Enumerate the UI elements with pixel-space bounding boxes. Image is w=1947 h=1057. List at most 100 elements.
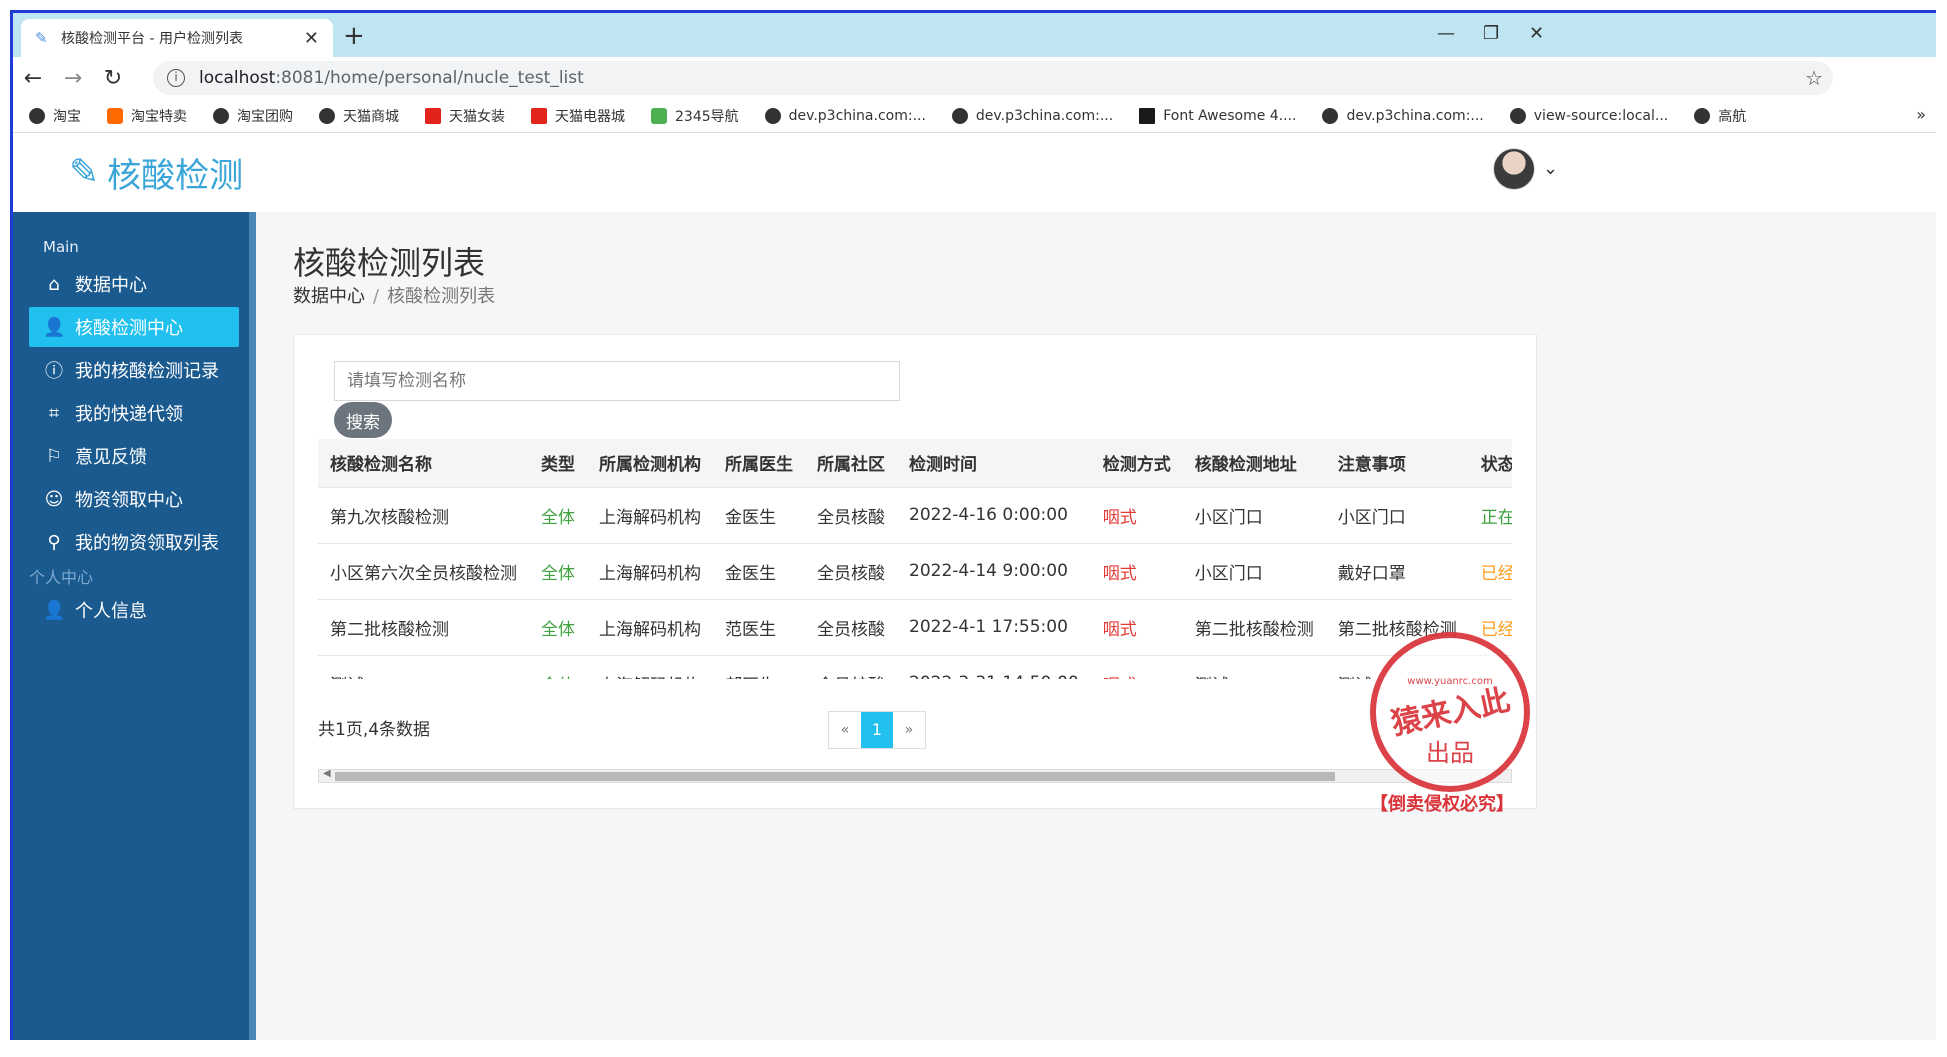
- sidebar-item-supplies[interactable]: ☺ 物资领取中心: [29, 479, 239, 519]
- sidebar-item-my-records[interactable]: ⓘ 我的核酸检测记录: [29, 350, 239, 390]
- taobao-icon: [107, 107, 123, 124]
- sidebar-section-main: Main: [43, 238, 79, 256]
- sidebar-item-my-supplies[interactable]: ⚲ 我的物资领取列表: [29, 522, 239, 562]
- app-root: ✎ 核酸检测 ⌄ Main ⌂ 数据中心 👤 核酸检测中心 ⓘ 我的核酸检测记录…: [13, 134, 1936, 1040]
- more-bookmarks-icon[interactable]: »: [1916, 105, 1926, 124]
- logo-text: 核酸检测: [107, 156, 244, 196]
- column-header: 所属医生: [713, 439, 805, 487]
- address-bar[interactable]: i localhost:8081/home/personal/nucle_tes…: [153, 61, 1833, 95]
- cell-name: 第九次核酸检测: [318, 486, 529, 543]
- url-host: localhost: [199, 68, 276, 88]
- back-icon[interactable]: ←: [13, 66, 53, 91]
- cell-community: 全员核酸: [805, 654, 897, 679]
- column-header: 所属社区: [805, 439, 897, 487]
- chevron-down-icon[interactable]: ⌄: [1543, 158, 1558, 179]
- scrollbar-thumb[interactable]: [335, 772, 1335, 781]
- cell-doctor: 郝医生: [713, 654, 805, 679]
- flag-icon: ⚐: [45, 445, 63, 467]
- close-window-icon[interactable]: ✕: [1529, 23, 1544, 44]
- sidebar: Main ⌂ 数据中心 👤 核酸检测中心 ⓘ 我的核酸检测记录 ⌗ 我的快递代领…: [13, 212, 256, 1040]
- app-logo[interactable]: ✎ 核酸检测: [69, 148, 243, 197]
- alert-circle-icon: ⓘ: [45, 361, 63, 382]
- cell-status: 正在进行: [1468, 486, 1512, 543]
- bookmark-item[interactable]: 天猫商城: [319, 106, 399, 126]
- sidebar-item-test-center[interactable]: 👤 核酸检测中心: [29, 307, 239, 347]
- breadcrumb-item[interactable]: 数据中心: [293, 286, 365, 307]
- table-row: 测试 全体 上海解码机构 郝医生 全员核酸 2022-3-31 14:50:00…: [318, 654, 1512, 679]
- globe-icon: [29, 107, 45, 124]
- table-row: 第二批核酸检测 全体 上海解码机构 范医生 全员核酸 2022-4-1 17:5…: [318, 598, 1512, 655]
- bookmark-item[interactable]: dev.p3china.com:...: [951, 107, 1113, 124]
- pin-icon: ⚲: [47, 531, 61, 553]
- url-path: :8081/home/personal/nucle_test_list: [275, 68, 584, 88]
- breadcrumb-separator: /: [373, 286, 380, 307]
- bookmark-item[interactable]: Font Awesome 4....: [1139, 107, 1296, 124]
- sidebar-item-feedback[interactable]: ⚐ 意见反馈: [29, 436, 239, 476]
- cell-notes: 戴好口罩: [1325, 542, 1469, 599]
- globe-icon: [319, 107, 335, 124]
- info-icon[interactable]: i: [167, 69, 185, 87]
- search-button[interactable]: 搜索: [334, 402, 392, 438]
- cell-doctor: 范医生: [713, 598, 805, 655]
- avatar[interactable]: [1493, 148, 1535, 190]
- bookmark-item[interactable]: view-source:local...: [1509, 107, 1668, 124]
- cell-address: 小区门口: [1182, 542, 1326, 599]
- pagination-next[interactable]: »: [893, 712, 925, 748]
- sidebar-item-express[interactable]: ⌗ 我的快递代领: [29, 393, 239, 433]
- horizontal-scrollbar[interactable]: ◀: [318, 768, 1512, 783]
- jd-icon: [531, 107, 547, 124]
- bookmarks-bar: 淘宝 淘宝特卖 淘宝团购 天猫商城 天猫女装 天猫电器城 2345导航 dev.…: [13, 99, 1936, 133]
- sidebar-item-profile[interactable]: 👤 个人信息: [29, 590, 239, 630]
- pagination-page-1[interactable]: 1: [861, 712, 893, 748]
- bookmark-item[interactable]: 淘宝特卖: [107, 106, 187, 126]
- column-header: 注意事项: [1325, 439, 1469, 487]
- cell-name: 第二批核酸检测: [318, 598, 529, 655]
- cell-org: 上海解码机构: [587, 542, 713, 599]
- cell-type: 全体: [529, 598, 587, 655]
- search-input[interactable]: [334, 361, 900, 401]
- cell-org: 上海解码机构: [587, 486, 713, 543]
- box-icon: ⌗: [48, 402, 60, 424]
- bookmark-item[interactable]: dev.p3china.com:...: [1322, 107, 1484, 124]
- table-row: 第九次核酸检测 全体 上海解码机构 金医生 全员核酸 2022-4-16 0:0…: [318, 486, 1512, 543]
- new-tab-icon[interactable]: +: [343, 21, 365, 51]
- restore-icon[interactable]: ❐: [1483, 23, 1499, 44]
- bookmark-item[interactable]: 高航: [1694, 106, 1746, 126]
- column-header: 检测时间: [897, 439, 1091, 487]
- bookmark-item[interactable]: 天猫女装: [425, 106, 505, 126]
- bookmark-item[interactable]: dev.p3china.com:...: [764, 107, 926, 124]
- column-header: 核酸检测名称: [318, 439, 529, 487]
- cell-doctor: 金医生: [713, 486, 805, 543]
- bookmark-item[interactable]: 2345导航: [651, 106, 739, 126]
- test-list-table: 核酸检测名称 类型 所属检测机构 所属医生 所属社区 检测时间 检测方式 核酸检…: [318, 439, 1512, 679]
- bookmark-item[interactable]: 淘宝: [29, 106, 81, 126]
- cell-doctor: 金医生: [713, 542, 805, 599]
- bookmark-star-icon[interactable]: ☆: [1805, 66, 1823, 90]
- column-header: 类型: [529, 439, 587, 487]
- sidebar-item-data-center[interactable]: ⌂ 数据中心: [29, 264, 239, 304]
- bookmark-item[interactable]: 淘宝团购: [213, 106, 293, 126]
- globe-icon: [1694, 107, 1711, 124]
- user-add-icon: 👤: [43, 599, 66, 621]
- minimize-icon[interactable]: —: [1437, 23, 1455, 44]
- column-header: 核酸检测地址: [1182, 439, 1326, 487]
- cell-type: 全体: [529, 542, 587, 599]
- cell-notes: 小区门口: [1325, 486, 1469, 543]
- flag-icon: [1139, 107, 1156, 124]
- reload-icon[interactable]: ↻: [93, 66, 133, 91]
- forward-icon[interactable]: →: [53, 66, 93, 91]
- close-tab-icon[interactable]: ✕: [304, 28, 319, 49]
- browser-tab[interactable]: ✎ 核酸检测平台 - 用户检测列表 ✕: [21, 19, 333, 57]
- pagination-prev[interactable]: «: [829, 712, 861, 748]
- test-tube-icon: ✎: [69, 152, 100, 193]
- pagination: « 1 »: [828, 711, 926, 749]
- browser-window: ✎ 核酸检测平台 - 用户检测列表 ✕ + — ❐ ✕ ← → ↻ i loca…: [10, 10, 1936, 1040]
- cell-status: 已经截至: [1468, 542, 1512, 599]
- table-header-row: 核酸检测名称 类型 所属检测机构 所属医生 所属社区 检测时间 检测方式 核酸检…: [318, 439, 1512, 487]
- scroll-left-icon[interactable]: ◀: [323, 768, 331, 779]
- cell-method: 咽式: [1090, 542, 1183, 599]
- globe-icon: [213, 107, 229, 124]
- bookmark-item[interactable]: 天猫电器城: [531, 106, 625, 126]
- cell-type: 全体: [529, 486, 587, 543]
- table-row: 小区第六次全员核酸检测 全体 上海解码机构 金医生 全员核酸 2022-4-14…: [318, 542, 1512, 599]
